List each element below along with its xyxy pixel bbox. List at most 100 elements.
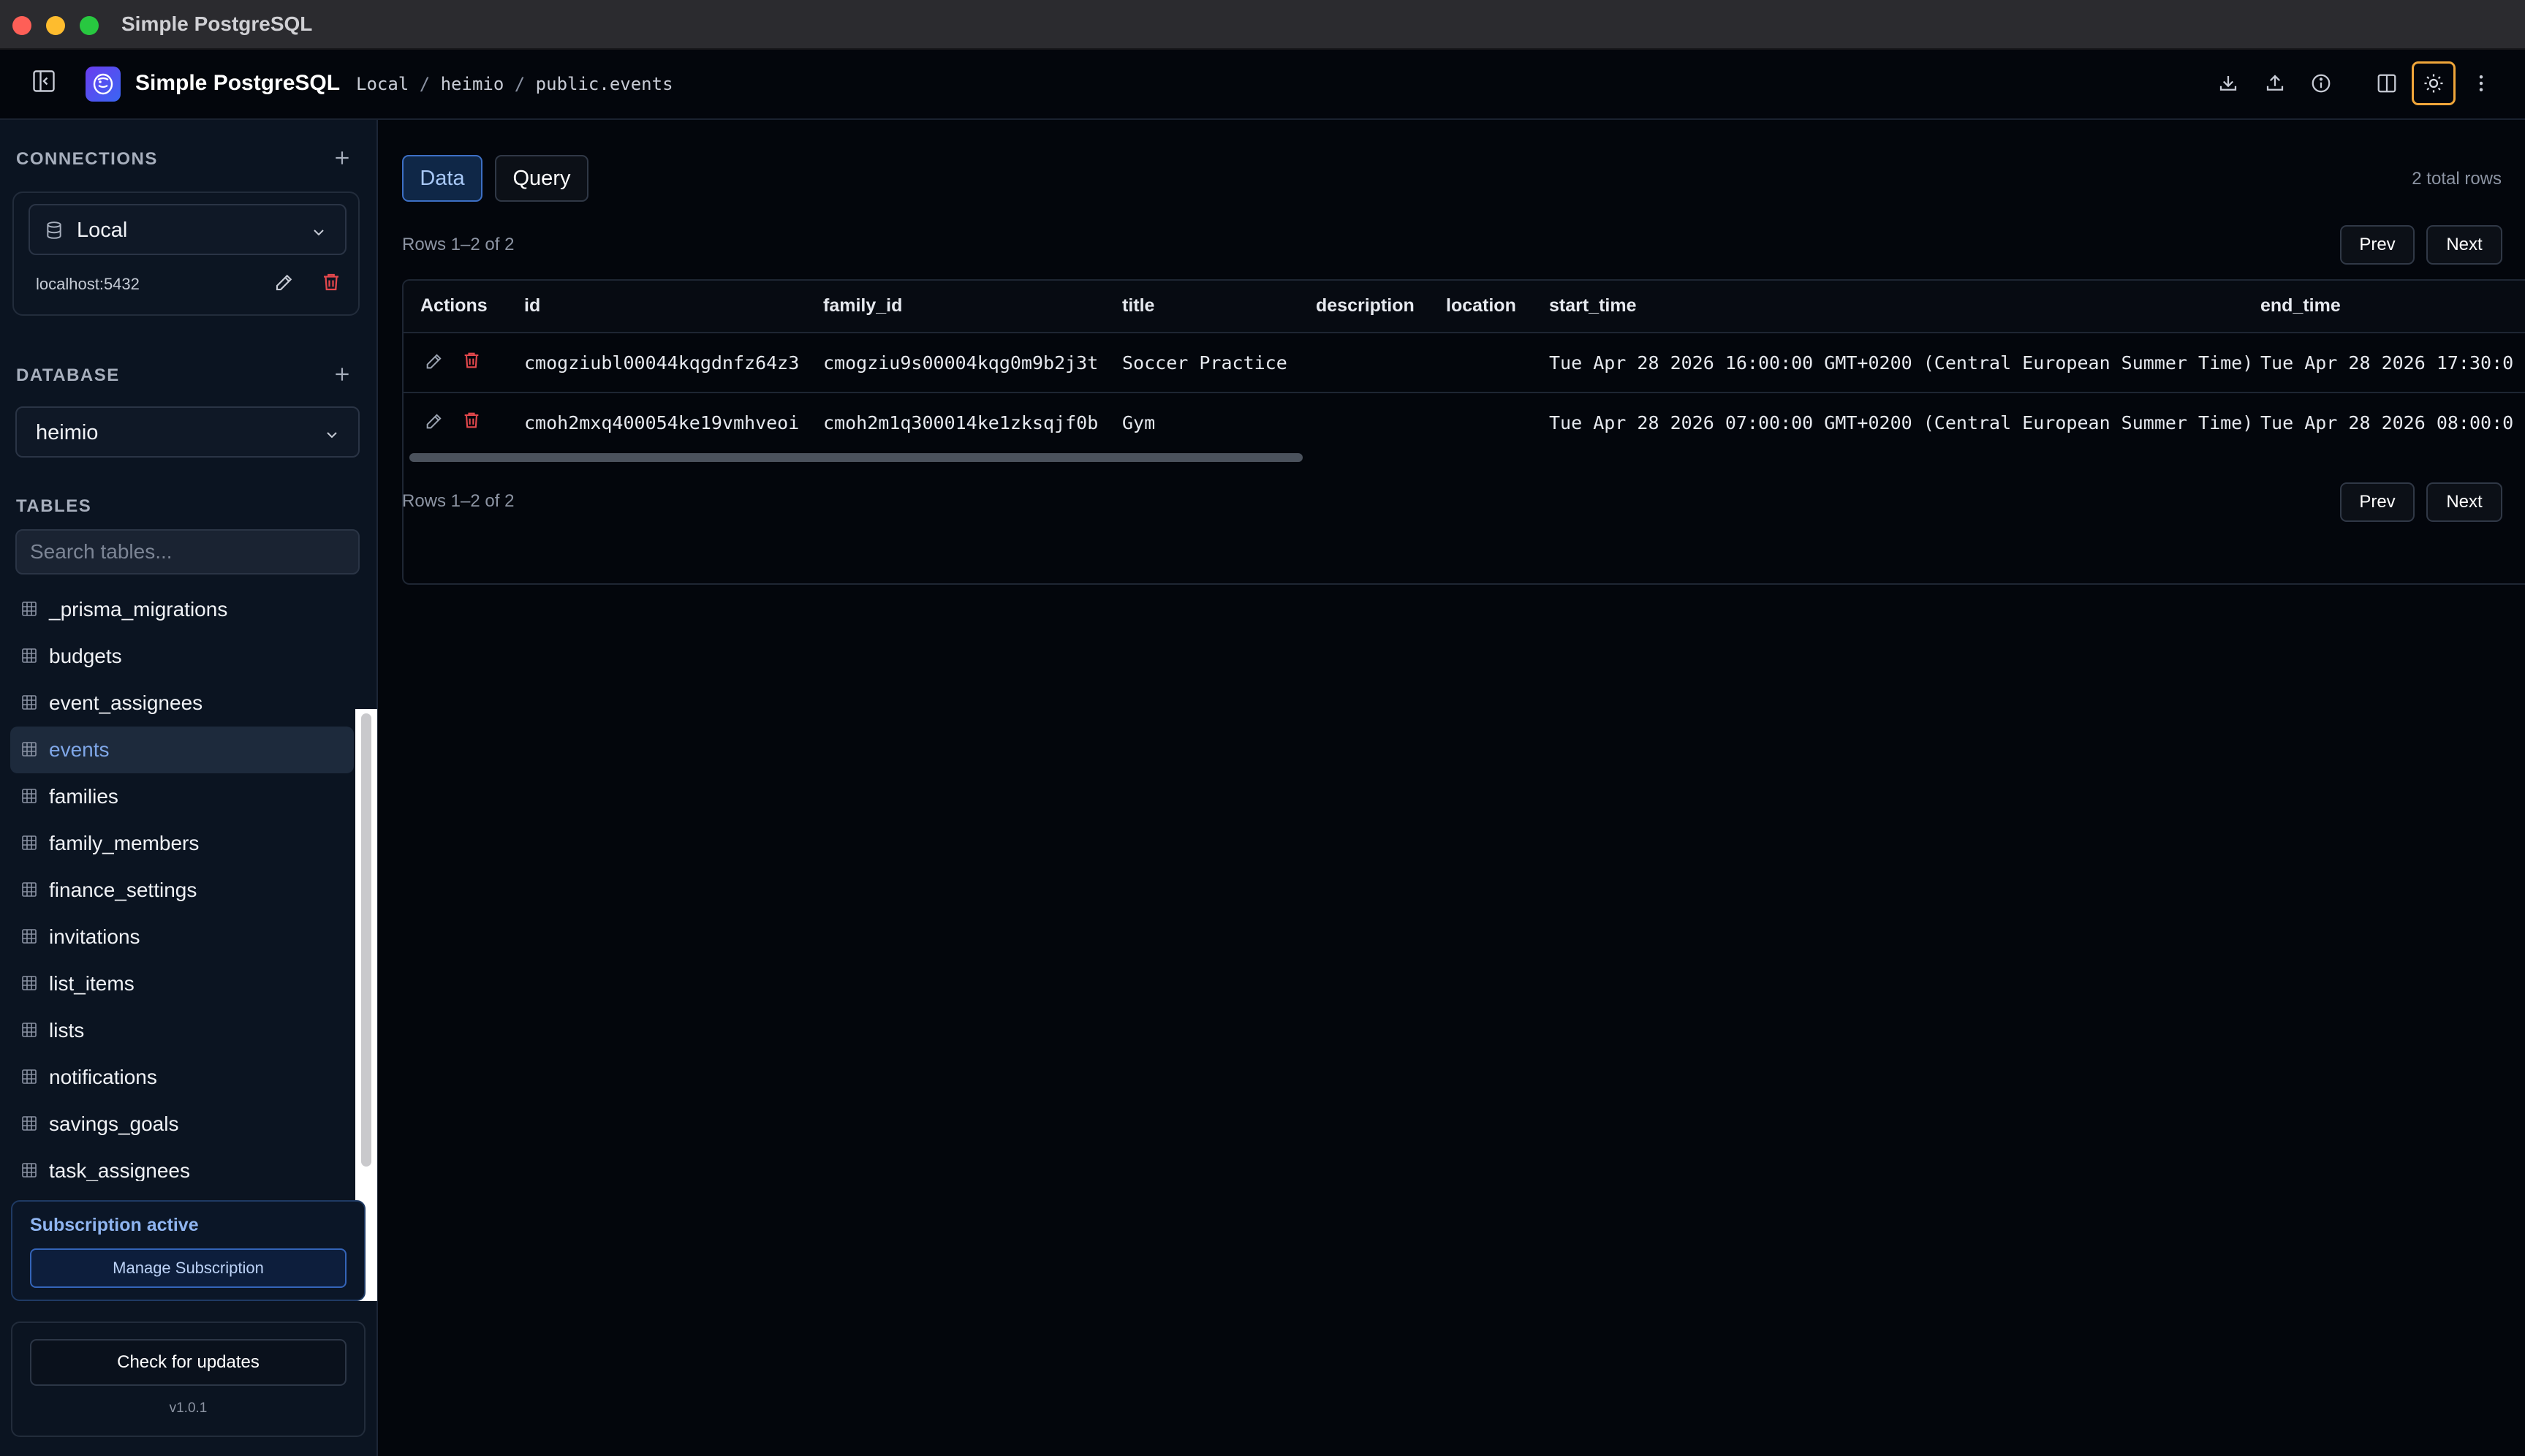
cell-family-id[interactable]: cmogziu9s00004kqg0m9b2j3t (823, 352, 1098, 374)
database-select[interactable]: heimio (15, 406, 360, 458)
pencil-icon (426, 354, 442, 369)
breadcrumb-database[interactable]: heimio (441, 74, 504, 94)
connection-select[interactable]: Local (29, 204, 347, 255)
search-tables-input[interactable] (15, 529, 360, 575)
more-menu-button[interactable] (2464, 66, 2499, 101)
rows-range-bottom: Rows 1–2 of 2 (402, 491, 515, 511)
breadcrumb-separator: / (514, 74, 526, 94)
cell-id[interactable]: cmogziubl00044kqgdnfz64z3 (524, 352, 799, 374)
add-database-button[interactable] (329, 361, 355, 387)
main-content: Data Query 2 total rows Rows 1–2 of 2 Pr… (379, 120, 2525, 1456)
app-logo (86, 67, 121, 102)
app-header: Simple PostgreSQL Local / heimio / publi… (0, 50, 2525, 120)
updates-card: Check for updates v1.0.1 (11, 1322, 366, 1437)
table-icon (22, 648, 37, 663)
trash-icon (464, 352, 479, 368)
sidebar: CONNECTIONS Local localhost:5432 DATABAS… (0, 120, 378, 1456)
breadcrumb: Local / heimio / public.events (356, 74, 673, 94)
sidebar-table-label: budgets (49, 645, 122, 667)
sidebar-table-label: task_assignees (49, 1159, 191, 1181)
cell-start-time[interactable]: Tue Apr 28 2026 16:00:00 GMT+0200 (Centr… (1549, 352, 2253, 374)
breadcrumb-table: public.events (535, 74, 673, 94)
column-header-title[interactable]: title (1122, 295, 1154, 316)
column-header-location[interactable]: location (1446, 295, 1516, 316)
sidebar-table-label: families (49, 785, 118, 808)
prev-page-button-top[interactable]: Prev (2340, 225, 2415, 265)
table-row[interactable]: cmoh2mxq400054ke19vmhveoi cmoh2m1q300014… (404, 393, 2525, 453)
sidebar-table-label: events (49, 738, 110, 761)
sidebar-table-item[interactable]: list_items (10, 960, 354, 1007)
sidebar-table-item[interactable]: event_assignees (10, 680, 354, 727)
maximize-window-button[interactable] (80, 16, 99, 35)
sidebar-table-item[interactable]: lists (10, 1007, 354, 1054)
edit-connection-button[interactable] (273, 271, 298, 296)
column-header-family-id[interactable]: family_id (823, 295, 902, 316)
breadcrumb-connection[interactable]: Local (356, 74, 409, 94)
add-connection-button[interactable] (329, 145, 355, 171)
connection-host: localhost:5432 (36, 275, 140, 293)
subscription-card: Subscription active Manage Subscription (11, 1200, 366, 1301)
column-header-start-time[interactable]: start_time (1549, 295, 1637, 316)
tab-query[interactable]: Query (495, 155, 588, 202)
prev-page-button-bottom[interactable]: Prev (2340, 482, 2415, 522)
window-title: Simple PostgreSQL (121, 12, 313, 35)
columns-button[interactable] (2369, 66, 2404, 101)
trash-icon (324, 273, 338, 291)
connection-select-value: Local (77, 219, 128, 242)
table-header-row: Actions id family_id title description l… (404, 281, 2525, 333)
database-icon (47, 221, 61, 239)
sidebar-table-item[interactable]: notifications (10, 1054, 354, 1101)
cell-title[interactable]: Gym (1122, 412, 1155, 433)
sidebar-table-item[interactable]: budgets (10, 633, 354, 680)
download-button[interactable] (2211, 66, 2246, 101)
column-header-description[interactable]: description (1316, 295, 1415, 316)
table-row[interactable]: cmogziubl00044kqgdnfz64z3 cmogziu9s00004… (404, 333, 2525, 393)
column-header-id[interactable]: id (524, 295, 540, 316)
sidebar-table-item[interactable]: savings_goals (10, 1101, 354, 1148)
sidebar-table-item[interactable]: events (10, 727, 354, 773)
minimize-window-button[interactable] (46, 16, 65, 35)
edit-row-button[interactable] (424, 411, 446, 433)
table-icon (22, 882, 37, 897)
sidebar-table-item[interactable]: _prisma_migrations (10, 586, 354, 633)
edit-row-button[interactable] (424, 351, 446, 373)
cell-family-id[interactable]: cmoh2m1q300014ke1zksqjf0b (823, 412, 1098, 433)
sun-icon (2424, 74, 2443, 93)
delete-row-button[interactable] (461, 350, 483, 372)
sidebar-table-item[interactable]: task_assignees (10, 1148, 354, 1181)
sidebar-table-label: lists (49, 1019, 85, 1042)
cell-title[interactable]: Soccer Practice (1122, 352, 1287, 374)
table-icon (22, 789, 37, 803)
check-updates-button[interactable]: Check for updates (30, 1339, 347, 1386)
cell-start-time[interactable]: Tue Apr 28 2026 07:00:00 GMT+0200 (Centr… (1549, 412, 2253, 433)
tab-data[interactable]: Data (402, 155, 482, 202)
horizontal-scrollbar[interactable] (409, 453, 1303, 462)
sidebar-toggle-icon[interactable] (31, 68, 57, 94)
info-button[interactable] (2303, 66, 2339, 101)
cell-id[interactable]: cmoh2mxq400054ke19vmhveoi (524, 412, 799, 433)
plus-icon (336, 368, 349, 381)
table-icon (22, 1023, 37, 1037)
theme-toggle-button[interactable] (2412, 61, 2456, 105)
sidebar-table-item[interactable]: families (10, 773, 354, 820)
app-window: Simple PostgreSQL Simple PostgreSQL Loca… (0, 0, 2525, 1456)
table-list-scrollbar[interactable] (361, 713, 371, 1167)
subscription-status: Subscription active (30, 1215, 199, 1235)
next-page-button-top[interactable]: Next (2426, 225, 2502, 265)
column-header-end-time[interactable]: end_time (2260, 295, 2341, 316)
next-page-button-bottom[interactable]: Next (2426, 482, 2502, 522)
database-select-value: heimio (36, 421, 99, 444)
upload-button[interactable] (2257, 66, 2293, 101)
manage-subscription-button[interactable]: Manage Subscription (30, 1248, 347, 1288)
cell-end-time[interactable]: Tue Apr 28 2026 17:30:0 (2260, 352, 2513, 374)
sidebar-table-item[interactable]: family_members (10, 820, 354, 867)
sidebar-table-label: finance_settings (49, 879, 197, 901)
delete-connection-button[interactable] (320, 271, 345, 296)
pencil-icon (426, 414, 442, 429)
cell-end-time[interactable]: Tue Apr 28 2026 08:00:0 (2260, 412, 2513, 433)
tables-heading: TABLES (16, 496, 92, 516)
delete-row-button[interactable] (461, 410, 483, 432)
sidebar-table-item[interactable]: invitations (10, 914, 354, 960)
close-window-button[interactable] (12, 16, 31, 35)
sidebar-table-item[interactable]: finance_settings (10, 867, 354, 914)
